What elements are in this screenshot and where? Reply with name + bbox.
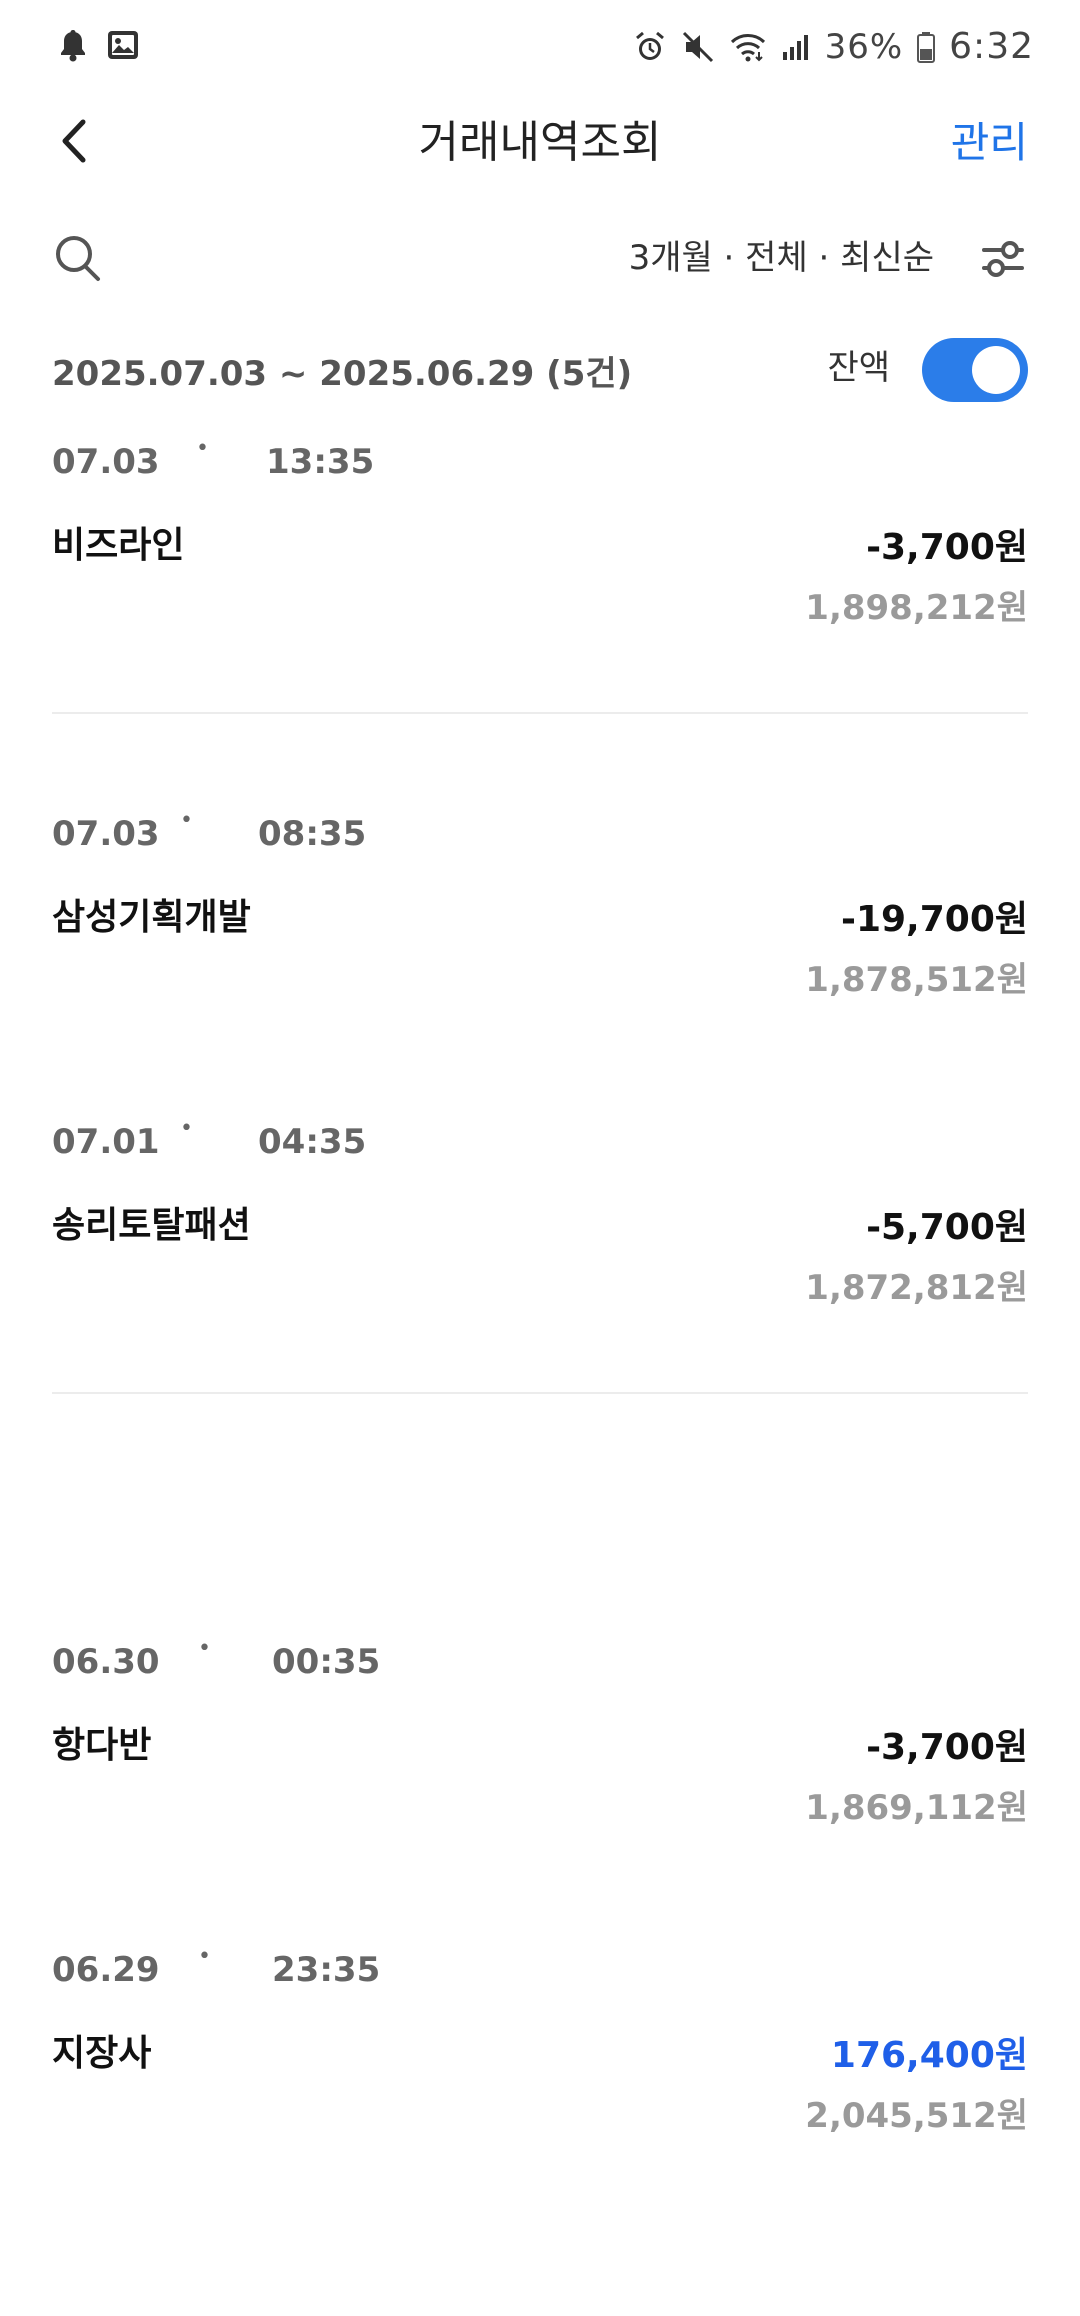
battery-percent: 36% xyxy=(824,26,904,67)
transaction-item[interactable]: 06.30 • 00:35 항다반 -3,700원 1,869,112원 xyxy=(0,1638,1080,1838)
filter-summary[interactable]: 3개월 · 전체 · 최신순 xyxy=(629,232,934,284)
chevron-left-icon xyxy=(59,118,89,168)
tx-merchant: 삼성기획개발 xyxy=(52,897,251,938)
status-left-icons xyxy=(58,28,140,66)
status-right-icons: 36% 6:32 xyxy=(633,26,1034,67)
tx-merchant: 송리토탈패션 xyxy=(52,1205,251,1246)
status-bar: 36% 6:32 xyxy=(0,0,1080,92)
tx-amount: 176,400원 xyxy=(830,2035,1028,2076)
wifi-icon xyxy=(729,30,767,64)
search-icon xyxy=(52,236,104,290)
tx-date: 06.30 xyxy=(52,1642,160,1682)
tx-balance: 1,872,812원 xyxy=(805,1268,1028,1308)
mute-icon xyxy=(681,30,715,64)
tx-amount: -19,700원 xyxy=(841,899,1028,940)
tx-time: 08:35 xyxy=(258,814,367,854)
transaction-item[interactable]: 07.01 • 04:35 송리토탈패션 -5,700원 1,872,812원 xyxy=(0,1118,1080,1318)
battery-icon xyxy=(917,31,936,63)
period-range: 2025.07.03 ~ 2025.06.29 (5건) xyxy=(52,354,633,394)
tx-merchant: 항다반 xyxy=(52,1725,152,1766)
tx-amount: -5,700원 xyxy=(866,1207,1028,1248)
tx-date: 07.01 xyxy=(52,1122,160,1162)
tx-merchant: 지장사 xyxy=(52,2033,152,2074)
transaction-item[interactable]: 06.29 • 23:35 지장사 176,400원 2,045,512원 xyxy=(0,1946,1080,2146)
tx-time: 13:35 xyxy=(266,442,375,482)
tx-balance: 1,898,212원 xyxy=(805,588,1028,628)
tx-balance: 1,869,112원 xyxy=(805,1788,1028,1828)
tx-balance: 1,878,512원 xyxy=(805,960,1028,1000)
separator-dot: • xyxy=(198,1944,211,1969)
image-icon xyxy=(106,29,140,65)
divider xyxy=(52,1392,1028,1394)
signal-icon xyxy=(781,32,811,62)
clock: 6:32 xyxy=(949,26,1034,67)
tx-amount: -3,700원 xyxy=(866,1727,1028,1768)
search-button[interactable] xyxy=(52,230,104,286)
back-button[interactable] xyxy=(48,112,100,174)
tx-date: 06.29 xyxy=(52,1950,160,1990)
balance-toggle[interactable] xyxy=(922,338,1028,402)
tx-balance: 2,045,512원 xyxy=(805,2096,1028,2136)
alarm-icon xyxy=(633,30,667,64)
tx-time: 00:35 xyxy=(272,1642,381,1682)
tx-time: 04:35 xyxy=(258,1122,367,1162)
tx-amount: -3,700원 xyxy=(866,527,1028,568)
manage-button[interactable]: 관리 xyxy=(951,112,1028,174)
separator-dot: • xyxy=(196,436,209,461)
divider xyxy=(52,712,1028,714)
bell-icon xyxy=(58,28,88,66)
separator-dot: • xyxy=(198,1636,211,1661)
tx-date: 07.03 xyxy=(52,442,160,482)
transaction-item[interactable]: 07.03 • 13:35 비즈라인 -3,700원 1,898,212원 xyxy=(0,438,1080,638)
tx-time: 23:35 xyxy=(272,1950,381,1990)
toggle-knob xyxy=(972,346,1020,394)
page-title: 거래내역조회 xyxy=(418,117,662,168)
filter-settings-button[interactable] xyxy=(978,236,1028,282)
transaction-item[interactable]: 07.03 • 08:35 삼성기획개발 -19,700원 1,878,512원 xyxy=(0,810,1080,1010)
tx-merchant: 비즈라인 xyxy=(52,525,185,566)
separator-dot: • xyxy=(180,808,193,833)
separator-dot: • xyxy=(180,1116,193,1141)
tx-date: 07.03 xyxy=(52,814,160,854)
sliders-icon xyxy=(978,241,1028,286)
balance-toggle-label: 잔액 xyxy=(827,348,890,388)
